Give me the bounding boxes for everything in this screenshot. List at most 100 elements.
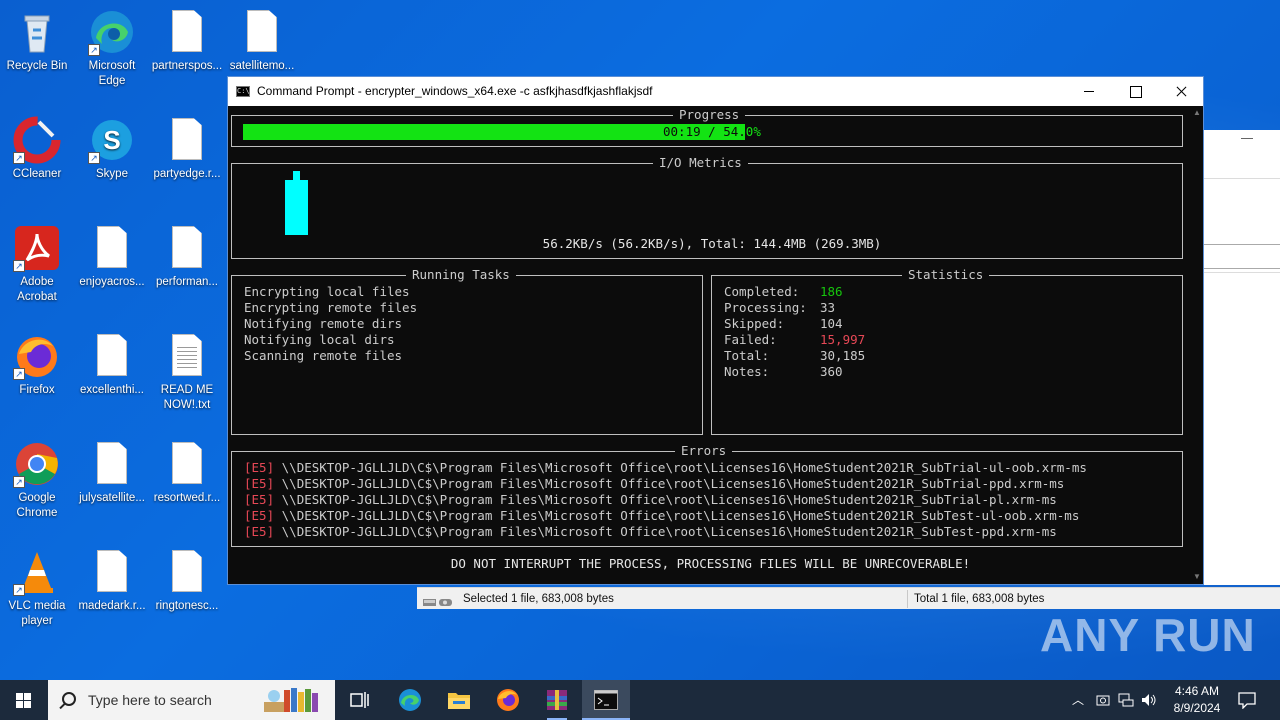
desktop-icon-file[interactable]: excellenthi... bbox=[75, 332, 149, 398]
minimize-icon[interactable] bbox=[1241, 138, 1253, 139]
file-explorer-icon bbox=[448, 693, 470, 709]
skype-icon: S ↗ bbox=[88, 116, 136, 164]
start-button[interactable] bbox=[0, 680, 48, 720]
desktop-icon-label: performan... bbox=[156, 276, 218, 288]
error-line: [E5] \\DESKTOP-JGLLJLD\C$\Program Files\… bbox=[244, 508, 1080, 523]
panel-title: Errors bbox=[675, 443, 733, 459]
desktop-icon-file[interactable]: partyedge.r... bbox=[150, 116, 224, 182]
desktop-icon-file[interactable]: partnerspos... bbox=[150, 8, 224, 74]
taskbar-file-explorer[interactable] bbox=[435, 680, 483, 720]
terminal-scrollbar[interactable]: ▲ ▼ bbox=[1191, 106, 1203, 584]
desktop-icon-label: Microsoft Edge bbox=[88, 60, 136, 87]
task-item: Notifying local dirs bbox=[244, 332, 395, 347]
command-prompt-icon bbox=[594, 690, 618, 710]
scroll-down-icon[interactable]: ▼ bbox=[1193, 572, 1201, 581]
terminal-output[interactable]: Progress 00:19 / 54.0% I/O Metrics 56.2K… bbox=[228, 106, 1193, 584]
taskbar-command-prompt[interactable] bbox=[582, 680, 630, 720]
desktop-icon-firefox[interactable]: ↗ Firefox bbox=[0, 332, 74, 398]
desktop-icon-label: excellenthi... bbox=[80, 384, 144, 396]
file-icon bbox=[88, 548, 136, 596]
stat-total: Total: 30,185 bbox=[724, 348, 866, 363]
shortcut-arrow-icon: ↗ bbox=[13, 476, 25, 488]
shortcut-arrow-icon: ↗ bbox=[88, 152, 100, 164]
desktop-icon-file[interactable]: enjoyacros... bbox=[75, 224, 149, 290]
progress-panel: Progress 00:19 / 54.0% bbox=[231, 107, 1183, 147]
firefox-icon: ↗ bbox=[13, 332, 61, 380]
shortcut-arrow-icon: ↗ bbox=[13, 260, 25, 272]
panel-title: Progress bbox=[673, 107, 746, 123]
task-view-icon bbox=[350, 692, 369, 708]
search-highlight-image bbox=[260, 684, 332, 716]
text-file-icon bbox=[163, 332, 211, 380]
svg-text:S: S bbox=[103, 125, 120, 155]
desktop-icon-readme[interactable]: READ ME NOW!.txt bbox=[150, 332, 224, 413]
panel-title: I/O Metrics bbox=[653, 155, 748, 171]
chevron-up-icon[interactable]: ︿ bbox=[1072, 691, 1084, 708]
io-sparkline-bar bbox=[285, 180, 308, 235]
taskbar-edge[interactable] bbox=[386, 680, 434, 720]
background-explorer-window[interactable] bbox=[1200, 130, 1280, 585]
command-prompt-icon: C:\ bbox=[236, 86, 250, 97]
desktop-icon-adobe-acrobat[interactable]: ↗ Adobe Acrobat bbox=[0, 224, 74, 305]
io-summary-text: 56.2KB/s (56.2KB/s), Total: 144.4MB (269… bbox=[542, 236, 882, 251]
desktop-icon-label: Google Chrome bbox=[16, 492, 58, 519]
desktop-icon-file[interactable]: madedark.r... bbox=[75, 548, 149, 614]
progress-bar: 00:19 / 54.0% bbox=[243, 124, 1173, 140]
io-metrics-panel: I/O Metrics 56.2KB/s (56.2KB/s), Total: … bbox=[231, 155, 1183, 259]
file-icon bbox=[163, 8, 211, 56]
window-titlebar[interactable]: C:\ Command Prompt - encrypter_windows_x… bbox=[228, 77, 1203, 106]
shortcut-arrow-icon: ↗ bbox=[13, 584, 25, 596]
taskbar-firefox[interactable] bbox=[484, 680, 532, 720]
edge-icon: ↗ bbox=[88, 8, 136, 56]
command-prompt-window[interactable]: C:\ Command Prompt - encrypter_windows_x… bbox=[227, 76, 1204, 585]
file-icon bbox=[88, 224, 136, 272]
desktop-icon-recycle-bin[interactable]: Recycle Bin bbox=[0, 8, 74, 74]
minimize-button[interactable] bbox=[1066, 77, 1112, 106]
shortcut-arrow-icon: ↗ bbox=[88, 44, 100, 56]
taskbar: Type here to search ︿ 4:46 AM 8/9/2024 bbox=[0, 680, 1280, 720]
task-list: Encrypting local files Encrypting remote… bbox=[244, 284, 417, 364]
taskbar-task-view[interactable] bbox=[336, 680, 384, 720]
panel-title: Running Tasks bbox=[406, 267, 516, 283]
errors-panel: Errors [E5] \\DESKTOP-JGLLJLD\C$\Program… bbox=[231, 443, 1183, 547]
taskbar-clock[interactable]: 4:46 AM 8/9/2024 bbox=[1160, 683, 1234, 717]
total-files-text: Total 1 file, 683,008 bytes bbox=[914, 593, 1045, 605]
desktop-icon-skype[interactable]: S ↗ Skype bbox=[75, 116, 149, 182]
desktop-icon-microsoft-edge[interactable]: ↗ Microsoft Edge bbox=[75, 8, 149, 89]
close-button[interactable] bbox=[1158, 77, 1204, 106]
desktop-icon-vlc[interactable]: ↗ VLC media player bbox=[0, 548, 74, 629]
desktop-icon-file[interactable]: satellitemo... bbox=[225, 8, 299, 74]
firefox-icon bbox=[497, 689, 519, 711]
desktop-icon-label: Skype bbox=[96, 168, 128, 180]
file-icon bbox=[88, 440, 136, 488]
taskbar-search-box[interactable]: Type here to search bbox=[48, 680, 335, 720]
meet-now-icon[interactable] bbox=[1096, 692, 1110, 708]
desktop-icon-label: julysatellite... bbox=[79, 492, 145, 504]
desktop-icon-label: CCleaner bbox=[12, 168, 62, 180]
desktop-icon-ccleaner[interactable]: ↗ CCleaner bbox=[0, 116, 74, 182]
desktop-icon-label: partnerspos... bbox=[151, 60, 223, 72]
desktop-icon-file[interactable]: resortwed.r... bbox=[150, 440, 224, 506]
vlc-icon: ↗ bbox=[13, 548, 61, 596]
maximize-button[interactable] bbox=[1112, 77, 1158, 106]
error-line: [E5] \\DESKTOP-JGLLJLD\C$\Program Files\… bbox=[244, 492, 1057, 507]
recycle-bin-icon bbox=[13, 8, 61, 56]
desktop-icon-file[interactable]: performan... bbox=[150, 224, 224, 290]
error-line: [E5] \\DESKTOP-JGLLJLD\C$\Program Files\… bbox=[244, 460, 1087, 475]
running-tasks-panel: Running Tasks Encrypting local files Enc… bbox=[231, 267, 703, 435]
network-icon[interactable] bbox=[1118, 692, 1134, 708]
desktop-icon-label: resortwed.r... bbox=[153, 492, 221, 504]
volume-icon[interactable] bbox=[1141, 692, 1157, 708]
error-line: [E5] \\DESKTOP-JGLLJLD\C$\Program Files\… bbox=[244, 476, 1065, 491]
clock-time: 4:46 AM bbox=[1174, 684, 1220, 698]
desktop-icon-google-chrome[interactable]: ↗ Google Chrome bbox=[0, 440, 74, 521]
scroll-up-icon[interactable]: ▲ bbox=[1193, 108, 1201, 117]
chrome-icon: ↗ bbox=[13, 440, 61, 488]
desktop-icon-file[interactable]: julysatellite... bbox=[75, 440, 149, 506]
file-icon bbox=[163, 224, 211, 272]
clock-date: 8/9/2024 bbox=[1173, 701, 1221, 715]
taskbar-winrar[interactable] bbox=[533, 680, 581, 720]
desktop-icon-file[interactable]: ringtonesc... bbox=[150, 548, 224, 614]
notification-icon[interactable] bbox=[1238, 691, 1256, 709]
stat-notes: Notes: 360 bbox=[724, 364, 843, 379]
